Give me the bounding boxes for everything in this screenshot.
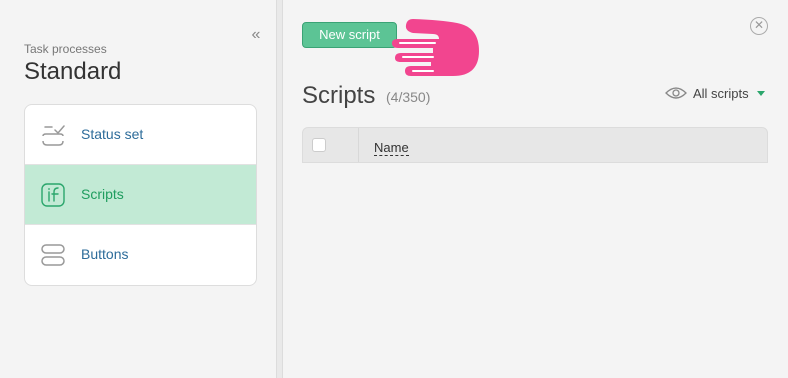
sidebar: « Task processes Standard Status set Scr…: [0, 0, 276, 378]
buttons-icon: [41, 244, 65, 266]
close-icon[interactable]: ✕: [750, 17, 768, 35]
column-header-name[interactable]: Name: [374, 141, 409, 156]
panel-divider[interactable]: [276, 0, 283, 378]
scripts-filter-dropdown[interactable]: All scripts: [665, 84, 765, 102]
sidebar-item-label: Status set: [81, 126, 144, 142]
sidebar-item-status-set[interactable]: Status set: [25, 105, 256, 165]
sidebar-menu: Status set Scripts Buttons: [24, 104, 257, 286]
eye-icon: [665, 87, 687, 99]
sidebar-item-label: Scripts: [81, 186, 124, 202]
page-title: Scripts: [302, 82, 376, 109]
sidebar-item-buttons[interactable]: Buttons: [25, 225, 256, 285]
filter-label: All scripts: [693, 85, 749, 101]
collapse-sidebar-icon[interactable]: «: [249, 26, 263, 44]
new-script-button[interactable]: New script: [302, 22, 397, 48]
sidebar-item-scripts[interactable]: Scripts: [25, 165, 256, 225]
script-count: (4/350): [386, 89, 431, 105]
main-panel: New script ✕ Scripts (4/350) All scripts…: [283, 0, 788, 378]
status-set-icon: [42, 125, 65, 146]
select-all-cell: [303, 128, 359, 162]
table-header: Name: [302, 127, 768, 163]
sidebar-subtitle: Task processes: [24, 42, 107, 56]
select-all-checkbox[interactable]: [312, 138, 326, 152]
script-icon: [41, 183, 65, 207]
sidebar-item-label: Buttons: [81, 246, 129, 262]
pointing-hand-icon: [392, 19, 479, 76]
chevron-down-icon: [756, 90, 765, 96]
sidebar-title: Standard: [24, 58, 122, 85]
